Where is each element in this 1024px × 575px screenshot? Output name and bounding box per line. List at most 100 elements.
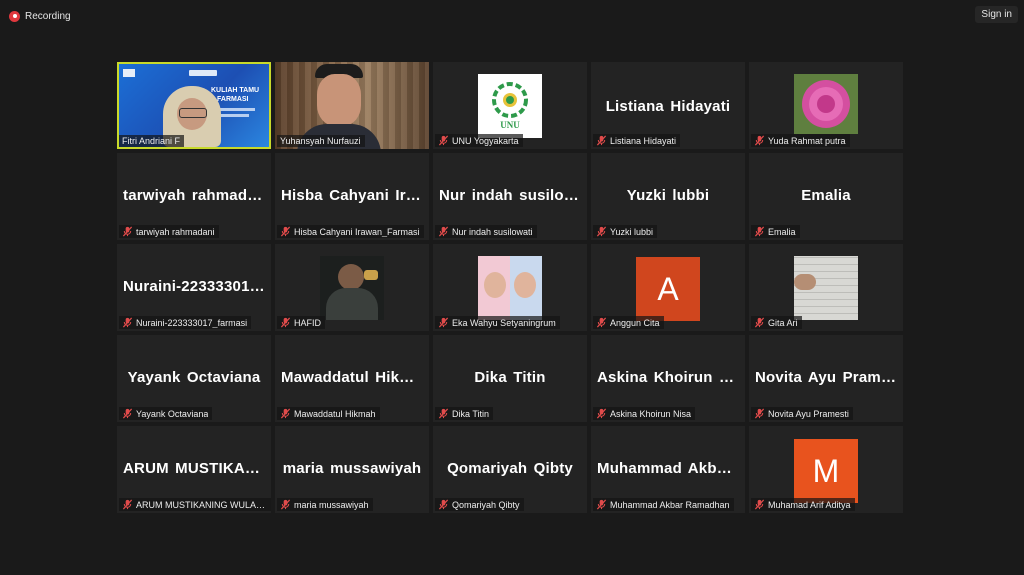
participant-display-name: Nur indah susilowati (439, 187, 581, 204)
participant-name: Yayank Octaviana (136, 408, 209, 419)
mic-muted-icon (122, 226, 133, 237)
participant-name: Listiana Hidayati (610, 135, 677, 146)
mic-muted-icon (280, 499, 291, 510)
participant-tile[interactable]: Emalia Emalia (749, 153, 903, 240)
participant-name: UNU Yogyakarta (452, 135, 519, 146)
participant-name: Novita Ayu Pramesti (768, 408, 849, 419)
participant-display-name: Yayank Octaviana (127, 369, 261, 386)
participant-name: HAFID (294, 317, 321, 328)
mic-muted-icon (122, 317, 133, 328)
participant-display-name: Askina Khoirun Nisa (597, 369, 739, 386)
mic-muted-icon (438, 226, 449, 237)
participant-label: Hisba Cahyani Irawan_Farmasi (277, 225, 424, 238)
participant-tile[interactable]: UNU UNU Yogyakarta (433, 62, 587, 149)
participant-label: tarwiyah rahmadani (119, 225, 219, 238)
participant-tile[interactable]: Yuzki lubbi Yuzki lubbi (591, 153, 745, 240)
participant-display-name: Hisba Cahyani Irawan_Farmasi (281, 187, 423, 204)
participant-tile[interactable]: ARUM MUSTIKANING WULANDARI ARUM MUSTIKAN… (117, 426, 271, 513)
participant-name: Muhammad Akbar Ramadhan (610, 499, 730, 510)
mic-muted-icon (596, 135, 607, 146)
participant-name: Yuda Rahmat putra (768, 135, 846, 146)
participant-display-name: Mawaddatul Hikmah (281, 369, 423, 386)
participant-tile[interactable]: Yuda Rahmat putra (749, 62, 903, 149)
participant-name: Eka Wahyu Setyaningrum (452, 317, 556, 328)
participant-tile[interactable]: Muhammad Akbar Ramadhan Muhammad Akbar R… (591, 426, 745, 513)
participant-name: Muhamad Arif Aditya (768, 499, 851, 510)
participant-label: Fitri Andriani F (119, 135, 185, 147)
mic-muted-icon (280, 317, 291, 328)
recording-indicator[interactable]: Recording (9, 9, 71, 23)
participant-label: Yuda Rahmat putra (751, 134, 850, 147)
participant-photo (794, 256, 858, 320)
participant-tile[interactable]: Gita Ari (749, 244, 903, 331)
participant-name: Hisba Cahyani Irawan_Farmasi (294, 226, 420, 237)
participant-tile[interactable]: A Anggun Cita (591, 244, 745, 331)
participant-name: Anggun Cita (610, 317, 660, 328)
unu-logo: UNU (478, 74, 542, 138)
participant-name: Fitri Andriani F (122, 136, 181, 146)
mic-muted-icon (438, 317, 449, 328)
participant-display-name: Novita Ayu Pramesti (755, 369, 897, 386)
participant-label: Eka Wahyu Setyaningrum (435, 316, 560, 329)
mic-muted-icon (754, 135, 765, 146)
participant-name: Nur indah susilowati (452, 226, 533, 237)
participant-label: Anggun Cita (593, 316, 664, 329)
participant-label: Mawaddatul Hikmah (277, 407, 380, 420)
mic-muted-icon (754, 226, 765, 237)
participant-label: HAFID (277, 316, 325, 329)
participant-tile[interactable]: Qomariyah Qibty Qomariyah Qibty (433, 426, 587, 513)
participant-label: Yuzki lubbi (593, 225, 658, 238)
mic-muted-icon (280, 226, 291, 237)
participant-label: Muhammad Akbar Ramadhan (593, 498, 734, 511)
participant-label: Dika Titin (435, 407, 494, 420)
mic-muted-icon (754, 408, 765, 419)
participant-tile[interactable]: Eka Wahyu Setyaningrum (433, 244, 587, 331)
slide-title-1: KULIAH TAMU (211, 87, 260, 94)
participant-display-name: Emalia (801, 187, 851, 204)
sign-in-button[interactable]: Sign in (975, 6, 1018, 23)
participant-display-name: ARUM MUSTIKANING WULANDARI (123, 460, 265, 477)
mic-muted-icon (596, 317, 607, 328)
mic-muted-icon (596, 408, 607, 419)
mic-muted-icon (596, 499, 607, 510)
participant-tile[interactable]: tarwiyah rahmadani tarwiyah rahmadani (117, 153, 271, 240)
participant-label: Novita Ayu Pramesti (751, 407, 853, 420)
participant-tile[interactable]: Dika Titin Dika Titin (433, 335, 587, 422)
participant-tile[interactable]: Nuraini-223333017_farmasi Nuraini-223333… (117, 244, 271, 331)
participant-name: maria mussawiyah (294, 499, 369, 510)
participant-label: maria mussawiyah (277, 498, 373, 511)
participant-tile[interactable]: Novita Ayu Pramesti Novita Ayu Pramesti (749, 335, 903, 422)
avatar: M (794, 439, 858, 503)
participant-display-name: Dika Titin (474, 369, 546, 386)
participant-label: ARUM MUSTIKANING WULANDARI (119, 498, 271, 511)
mic-muted-icon (438, 408, 449, 419)
mic-muted-icon (280, 408, 291, 419)
participant-tile[interactable]: KULIAH TAMU FARMASI Fitri Andriani F (117, 62, 271, 149)
participant-tile[interactable]: M Muhamad Arif Aditya (749, 426, 903, 513)
participant-name: Emalia (768, 226, 796, 237)
participant-tile[interactable]: HAFID (275, 244, 429, 331)
mic-muted-icon (754, 499, 765, 510)
participant-tile[interactable]: Nur indah susilowati Nur indah susilowat… (433, 153, 587, 240)
mic-muted-icon (438, 499, 449, 510)
participant-label: Gita Ari (751, 316, 802, 329)
participant-name: Mawaddatul Hikmah (294, 408, 376, 419)
participant-label: Yuhansyah Nurfauzi (277, 135, 365, 147)
participant-display-name: Listiana Hidayati (605, 98, 731, 115)
participant-tile[interactable]: Listiana Hidayati Listiana Hidayati (591, 62, 745, 149)
participant-tile[interactable]: Yayank Octaviana Yayank Octaviana (117, 335, 271, 422)
participant-tile[interactable]: Askina Khoirun Nisa Askina Khoirun Nisa (591, 335, 745, 422)
participant-name: Yuzki lubbi (610, 226, 654, 237)
participant-display-name: maria mussawiyah (282, 460, 422, 477)
participant-display-name: Qomariyah Qibty (447, 460, 573, 477)
participant-name: ARUM MUSTIKANING WULANDARI (136, 499, 268, 510)
participant-tile[interactable]: maria mussawiyah maria mussawiyah (275, 426, 429, 513)
participant-display-name: tarwiyah rahmadani (123, 187, 265, 204)
mic-muted-icon (122, 408, 133, 419)
participant-tile[interactable]: Hisba Cahyani Irawan_Farmasi Hisba Cahya… (275, 153, 429, 240)
participant-tile[interactable]: Yuhansyah Nurfauzi (275, 62, 429, 149)
participant-display-name: Yuzki lubbi (626, 187, 710, 204)
mic-muted-icon (754, 317, 765, 328)
participant-tile[interactable]: Mawaddatul Hikmah Mawaddatul Hikmah (275, 335, 429, 422)
participant-label: Emalia (751, 225, 800, 238)
